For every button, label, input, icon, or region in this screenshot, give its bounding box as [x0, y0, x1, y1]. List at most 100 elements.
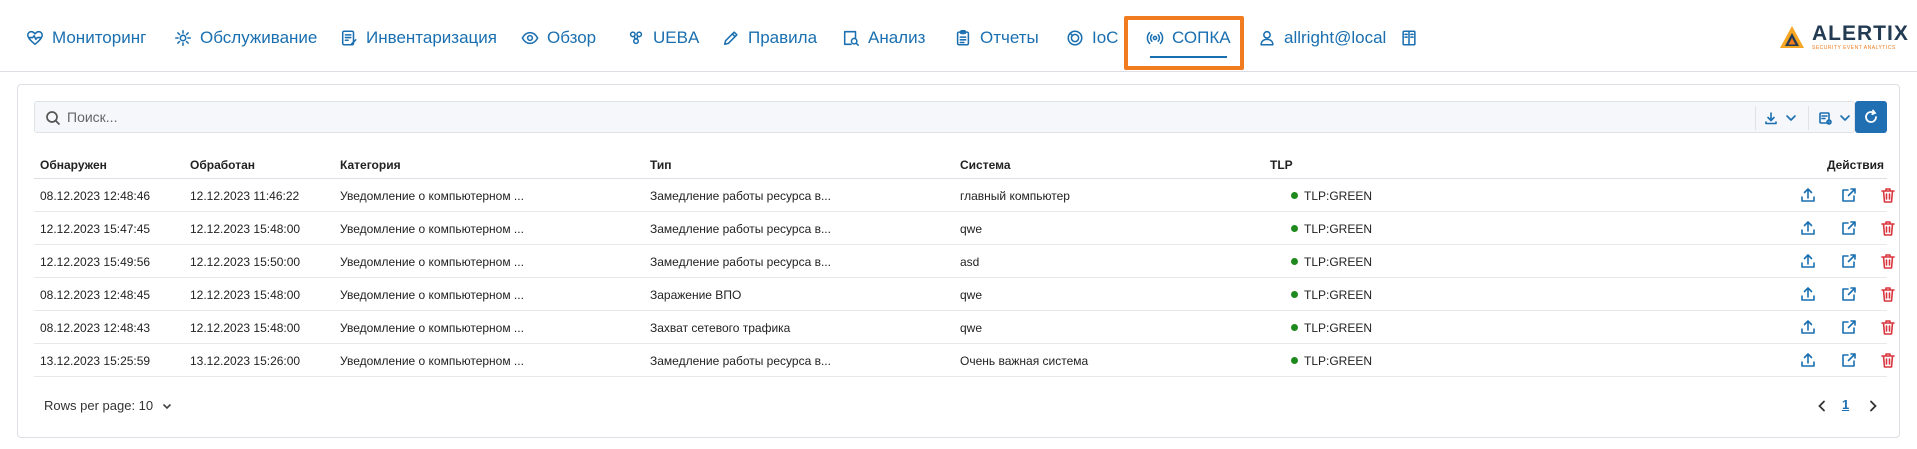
chevron-down-icon [163, 403, 172, 409]
alertix-logo: ALERTIX SECURITY EVENT ANALYTICS [1778, 21, 1909, 53]
nav-docs[interactable] [1400, 22, 1418, 54]
table-row[interactable]: 08.12.2023 12:48:46 12.12.2023 11:46:22 Ув… [34, 179, 1895, 212]
logo-subtext: SECURITY EVENT ANALYTICS [1812, 45, 1896, 51]
upload-action-button[interactable] [1799, 186, 1817, 204]
page-number[interactable]: 1 [1842, 397, 1849, 412]
open-external-icon [1842, 254, 1856, 268]
divider [1808, 106, 1809, 130]
cell-processed: 13.12.2023 15:26:00 [190, 354, 301, 368]
cell-type: Захват сетевого трафика [650, 321, 791, 335]
cell-tlp: TLP:GREEN [1304, 255, 1373, 269]
cell-detected: 08.12.2023 12:48:43 [40, 321, 151, 335]
pencil-icon [723, 31, 738, 46]
clipboard-icon [956, 30, 970, 46]
nav-monitoring[interactable]: Мониторинг [26, 22, 146, 54]
search-icon [45, 110, 61, 126]
columns-settings-icon [1819, 112, 1832, 125]
top-navigation: Мониторинг Обслуживание Инвентаризация О… [0, 0, 1917, 72]
open-external-action-button[interactable] [1840, 351, 1858, 369]
trash-icon [1881, 353, 1895, 368]
nav-label: Отчеты [980, 28, 1039, 47]
upload-action-button[interactable] [1799, 318, 1817, 336]
cell-processed: 12.12.2023 15:48:00 [190, 288, 301, 302]
table-row[interactable]: 08.12.2023 12:48:43 12.12.2023 15:48:00 Ув… [34, 311, 1895, 344]
open-external-icon [1842, 188, 1856, 202]
cell-category: Уведомление о компьютерном ... [340, 222, 524, 236]
divider [1755, 106, 1756, 130]
nav-ueba[interactable]: UEBA [627, 22, 699, 54]
cell-system: qwe [960, 222, 983, 236]
nav-analysis[interactable]: Анализ [842, 22, 925, 54]
nav-user[interactable]: allright@local [1258, 22, 1386, 54]
upload-action-button[interactable] [1799, 351, 1817, 369]
columns-dropdown-button[interactable] [1818, 106, 1852, 130]
table-row[interactable]: 13.12.2023 15:25:59 13.12.2023 15:26:00 Ув… [34, 344, 1895, 377]
upload-icon [1801, 254, 1815, 268]
cell-type: Замедление работы ресурса в... [650, 222, 831, 236]
cell-processed: 12.12.2023 15:48:00 [190, 222, 301, 236]
cell-processed: 12.12.2023 11:46:22 [190, 189, 300, 203]
trash-action-button[interactable] [1879, 318, 1897, 336]
trash-action-button[interactable] [1879, 186, 1897, 204]
column-header-tlp[interactable]: TLP [1270, 158, 1293, 172]
trash-action-button[interactable] [1879, 285, 1897, 303]
nav-maintenance[interactable]: Обслуживание [174, 22, 317, 54]
open-external-action-button[interactable] [1840, 252, 1858, 270]
trash-action-button[interactable] [1879, 351, 1897, 369]
cell-processed: 12.12.2023 15:48:00 [190, 321, 301, 335]
users-icon [629, 31, 643, 45]
cell-category: Уведомление о компьютерном ... [340, 321, 524, 335]
column-header-detected[interactable]: Обнаружен [40, 158, 107, 172]
analysis-icon [843, 30, 859, 46]
nav-overview[interactable]: Обзор [521, 22, 596, 54]
nav-label: UEBA [653, 28, 700, 47]
rows-per-page-select[interactable]: Rows per page: 10 [44, 398, 173, 413]
refresh-button[interactable] [1855, 101, 1887, 133]
table-row[interactable]: 12.12.2023 15:47:45 12.12.2023 15:48:00 Ув… [34, 212, 1895, 245]
upload-action-button[interactable] [1799, 252, 1817, 270]
cell-tlp: TLP:GREEN [1304, 321, 1373, 335]
cell-system: asd [960, 255, 980, 269]
nav-inventory[interactable]: Инвентаризация [340, 22, 497, 54]
column-header-type[interactable]: Тип [650, 158, 672, 172]
open-external-action-button[interactable] [1840, 285, 1858, 303]
cell-detected: 12.12.2023 15:49:56 [40, 255, 151, 269]
cell-processed: 12.12.2023 15:50:00 [190, 255, 301, 269]
cell-tlp: TLP:GREEN [1304, 354, 1373, 368]
search-input[interactable] [67, 103, 1767, 131]
nav-label: IoC [1092, 28, 1119, 47]
export-dropdown-button[interactable] [1764, 106, 1798, 130]
cell-system: Очень важная система [960, 354, 1089, 368]
search-bar [34, 101, 1855, 133]
trash-icon [1881, 221, 1895, 236]
column-header-category[interactable]: Категория [340, 158, 401, 172]
trash-action-button[interactable] [1879, 252, 1897, 270]
nav-reports[interactable]: Отчеты [954, 22, 1039, 54]
cell-category: Уведомление о компьютерном ... [340, 255, 524, 269]
cell-system: qwe [960, 288, 983, 302]
open-external-action-button[interactable] [1840, 219, 1858, 237]
cell-system: qwe [960, 321, 983, 335]
table-row[interactable]: 12.12.2023 15:49:56 12.12.2023 15:50:00 Ув… [34, 245, 1895, 278]
nav-label: Анализ [868, 28, 926, 47]
upload-icon [1801, 353, 1815, 367]
open-external-action-button[interactable] [1840, 186, 1858, 204]
nav-ioc[interactable]: IoC [1066, 22, 1118, 54]
next-page-button[interactable] [1866, 397, 1880, 415]
cell-category: Уведомление о компьютерном ... [340, 288, 524, 302]
nav-rules[interactable]: Правила [722, 22, 817, 54]
open-external-action-button[interactable] [1840, 318, 1858, 336]
cell-tlp: TLP:GREEN [1304, 222, 1373, 236]
table-row[interactable]: 08.12.2023 12:48:45 12.12.2023 15:48:00 Ув… [34, 278, 1895, 311]
column-header-processed[interactable]: Обработан [190, 158, 255, 172]
column-header-system[interactable]: Система [960, 158, 1011, 172]
tlp-status-dot [1291, 225, 1298, 232]
prev-page-button[interactable] [1815, 397, 1829, 415]
upload-action-button[interactable] [1799, 219, 1817, 237]
tlp-status-dot [1291, 324, 1298, 331]
incidents-table: Обнаружен Обработан Категория Тип Систем… [34, 149, 1895, 377]
trash-action-button[interactable] [1879, 219, 1897, 237]
cell-type: Замедление работы ресурса в... [650, 189, 831, 203]
upload-action-button[interactable] [1799, 285, 1817, 303]
table-body: 08.12.2023 12:48:46 12.12.2023 11:46:22 Ув… [34, 179, 1895, 377]
